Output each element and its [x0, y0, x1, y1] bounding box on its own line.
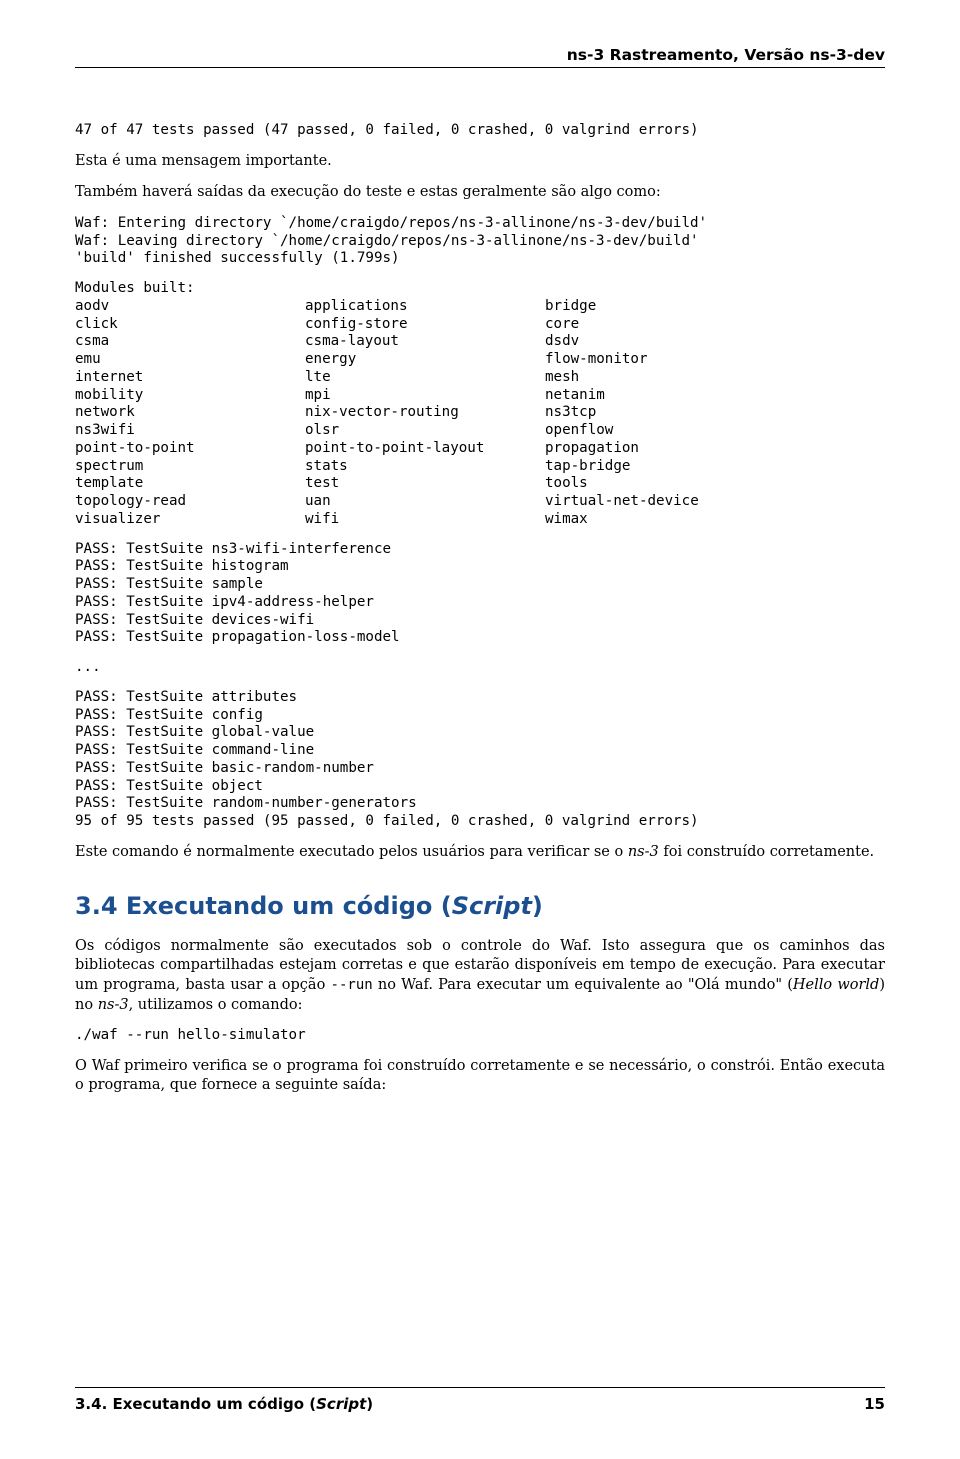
para4-code: --run: [331, 977, 373, 993]
header-rule: [75, 67, 885, 68]
para4-ital2: ns-3: [98, 997, 129, 1013]
modules-label: Modules built:: [75, 280, 885, 298]
para4-b: no Waf. Para executar um equivalente ao …: [373, 977, 793, 993]
modules-col1: aodvclickcsmaemuinternetmobilitynetworkn…: [75, 298, 305, 529]
waf-output: Waf: Entering directory `/home/craigdo/r…: [75, 215, 885, 268]
para4-ital: Hello world: [793, 977, 879, 993]
para4-d: , utilizamos o comando:: [129, 997, 303, 1013]
section-number: 3.4: [75, 892, 118, 920]
paragraph-1: Esta é uma mensagem importante.: [75, 152, 885, 172]
summary-line: 47 of 47 tests passed (47 passed, 0 fail…: [75, 122, 885, 140]
modules-col3: bridgecoredsdvflow-monitormeshnetanimns3…: [545, 298, 885, 529]
section-title-close: ): [532, 892, 543, 920]
paragraph-4: Os códigos normalmente são executados so…: [75, 937, 885, 1015]
command-line: ./waf --run hello-simulator: [75, 1027, 885, 1045]
doc-header-title: ns-3 Rastreamento, Versão ns-3-dev: [567, 45, 885, 66]
footer-rule: [75, 1387, 885, 1388]
page-footer: 3.4. Executando um código (Script) 15: [75, 1387, 885, 1414]
footer-left-suffix: ): [366, 1395, 373, 1413]
footer-left-ital: Script: [316, 1395, 366, 1413]
paragraph-3: Este comando é normalmente executado pel…: [75, 843, 885, 863]
section-title-plain: Executando um código (: [126, 892, 452, 920]
footer-left: 3.4. Executando um código (Script): [75, 1394, 373, 1414]
modules-table: aodvclickcsmaemuinternetmobilitynetworkn…: [75, 298, 885, 529]
paragraph-2: Também haverá saídas da execução do test…: [75, 183, 885, 203]
footer-page-number: 15: [864, 1394, 885, 1414]
para3-pre: Este comando é normalmente executado pel…: [75, 844, 628, 860]
ellipsis: ...: [75, 659, 885, 677]
section-title-ital: Script: [452, 892, 532, 920]
pass-block-2: PASS: TestSuite attributes PASS: TestSui…: [75, 689, 885, 831]
para3-ital: ns-3: [628, 844, 659, 860]
pass-block-1: PASS: TestSuite ns3-wifi-interference PA…: [75, 541, 885, 648]
footer-left-prefix: 3.4. Executando um código (: [75, 1395, 316, 1413]
modules-col2: applicationsconfig-storecsma-layoutenerg…: [305, 298, 545, 529]
para3-post: foi construído corretamente.: [659, 844, 874, 860]
paragraph-5: O Waf primeiro verifica se o programa fo…: [75, 1057, 885, 1096]
section-heading: 3.4 Executando um código (Script): [75, 890, 885, 922]
